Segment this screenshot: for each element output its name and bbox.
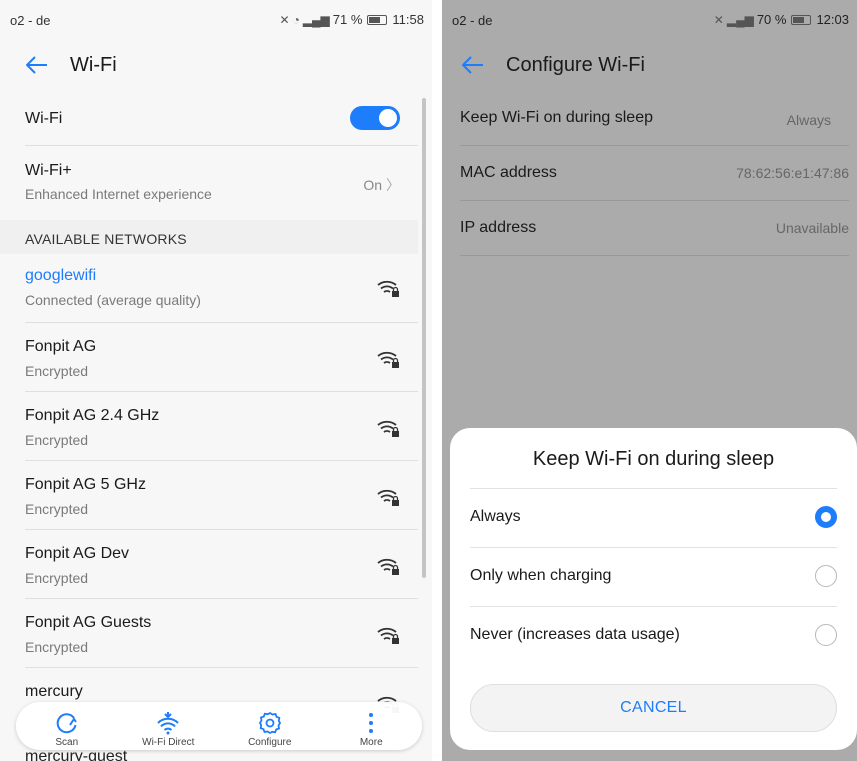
network-name: mercury	[25, 683, 83, 700]
back-arrow-icon[interactable]	[458, 50, 488, 80]
radio-selected-icon[interactable]	[815, 506, 837, 528]
battery-percent: 71 %	[332, 12, 363, 27]
wifi-plus-value: On	[363, 177, 382, 193]
wifi-plus-label: Wi-Fi+	[25, 162, 72, 179]
scrollbar[interactable]	[422, 98, 426, 578]
carrier-label: o2 - de	[10, 13, 51, 28]
network-name: Fonpit AG Guests	[25, 614, 152, 631]
wifi-toggle-switch[interactable]	[350, 106, 400, 130]
dialog-title: Keep Wi-Fi on during sleep	[532, 448, 775, 470]
scan-button[interactable]: Scan	[17, 711, 117, 748]
option-label: Never (increases data usage)	[470, 626, 680, 643]
scan-icon	[56, 713, 77, 734]
network-name: Fonpit AG Dev	[25, 545, 130, 562]
wifi-direct-label: Wi-Fi Direct	[142, 737, 195, 748]
network-status: Encrypted	[25, 432, 89, 448]
row-label: Keep Wi-Fi on during sleep	[460, 109, 653, 126]
wifi-lock-icon	[377, 420, 399, 437]
back-arrow-icon[interactable]	[22, 50, 52, 80]
network-status: Encrypted	[25, 363, 89, 379]
cell-signal-icon: ▂▄▆	[726, 12, 754, 27]
battery-icon	[367, 14, 388, 25]
row-value: 78:62:56:e1:47:86	[736, 165, 849, 181]
chevron-right-icon: 〉	[386, 177, 400, 193]
network-status: Encrypted	[25, 570, 89, 586]
wifi-lock-icon	[377, 489, 399, 506]
app-bar: Configure Wi-Fi	[442, 40, 857, 90]
cell-signal-icon: ▂▄▆	[302, 12, 330, 27]
network-item[interactable]: Fonpit AG 2.4 GHz Encrypted	[25, 392, 418, 461]
radio-unselected-icon[interactable]	[815, 565, 837, 587]
page-title: Wi-Fi	[70, 53, 117, 76]
battery-percent: 70 %	[756, 12, 787, 27]
network-status: Connected (average quality)	[25, 292, 201, 308]
more-vertical-icon	[369, 713, 374, 733]
network-name: Fonpit AG	[25, 338, 97, 355]
network-name: Fonpit AG 2.4 GHz	[25, 407, 160, 424]
wifi-status-icon: ◔	[292, 12, 300, 27]
mute-icon: ✕	[279, 12, 290, 27]
scan-label: Scan	[55, 737, 79, 748]
more-button[interactable]: More	[321, 711, 421, 748]
option-never[interactable]: Never (increases data usage)	[470, 606, 837, 666]
mute-icon: ✕	[713, 12, 724, 27]
cancel-button[interactable]: CANCEL	[470, 684, 837, 732]
clock: 11:58	[392, 12, 424, 27]
panel-divider	[432, 0, 442, 761]
wifi-plus-subtitle: Enhanced Internet experience	[25, 186, 212, 202]
network-name: googlewifi	[25, 267, 97, 284]
wifi-label: Wi-Fi	[25, 110, 63, 127]
available-networks-heading: AVAILABLE NETWORKS	[25, 231, 187, 247]
chevron-right-icon: 〉	[835, 112, 849, 128]
status-bar: o2 - de ✕ ▂▄▆ 70 % 12:03	[442, 0, 857, 40]
configure-label: Configure	[248, 737, 292, 748]
network-name: Fonpit AG 5 GHz	[25, 476, 146, 493]
radio-unselected-icon[interactable]	[815, 624, 837, 646]
wifi-settings-screen: o2 - de ✕ ◔ ▂▄▆ 71 % 11:58 Wi-Fi Wi-Fi W…	[0, 0, 432, 761]
wifi-toggle-row[interactable]: Wi-Fi	[25, 90, 418, 146]
status-bar: o2 - de ✕ ◔ ▂▄▆ 71 % 11:58	[0, 0, 432, 40]
ip-address-row: IP address Unavailable	[460, 201, 849, 256]
wifi-direct-icon	[157, 712, 179, 735]
wifi-lock-icon	[377, 351, 399, 368]
option-only-when-charging[interactable]: Only when charging	[470, 547, 837, 607]
carrier-label: o2 - de	[452, 13, 493, 28]
gear-icon	[258, 711, 281, 735]
row-label: IP address	[460, 219, 537, 236]
bottom-action-bar: Scan Wi-Fi Direct Configure More	[16, 702, 422, 750]
clock: 12:03	[816, 12, 849, 27]
row-label: MAC address	[460, 164, 557, 181]
section-header: AVAILABLE NETWORKS	[0, 220, 418, 254]
network-item[interactable]: Fonpit AG 5 GHz Encrypted	[25, 461, 418, 530]
battery-icon	[791, 14, 812, 25]
wifi-direct-button[interactable]: Wi-Fi Direct	[118, 711, 218, 748]
option-label: Only when charging	[470, 567, 612, 584]
keep-wifi-dialog: Keep Wi-Fi on during sleep Always Only w…	[450, 428, 857, 750]
network-item[interactable]: Fonpit AG Guests Encrypted	[25, 599, 418, 668]
row-value: Unavailable	[775, 220, 849, 236]
more-label: More	[359, 737, 383, 748]
network-item[interactable]: Fonpit AG Dev Encrypted	[25, 530, 418, 599]
row-value: Always	[786, 112, 831, 128]
network-item[interactable]: Fonpit AG Encrypted	[25, 323, 418, 392]
option-label: Always	[470, 508, 521, 525]
wifi-lock-icon	[377, 627, 399, 644]
configure-button[interactable]: Configure	[220, 711, 320, 748]
app-bar: Wi-Fi	[0, 40, 432, 90]
wifi-lock-icon	[377, 280, 399, 297]
configure-wifi-screen: o2 - de ✕ ▂▄▆ 70 % 12:03 Configure Wi-Fi…	[442, 0, 857, 761]
network-status: Encrypted	[25, 639, 89, 655]
network-status: Encrypted	[25, 501, 89, 517]
network-item[interactable]: googlewifi Connected (average quality)	[25, 254, 418, 323]
wifi-plus-row[interactable]: Wi-Fi+ Enhanced Internet experience On 〉	[25, 146, 418, 220]
keep-wifi-on-row[interactable]: Keep Wi-Fi on during sleep Always 〉	[460, 91, 849, 146]
wifi-lock-icon	[377, 558, 399, 575]
option-always[interactable]: Always	[470, 488, 837, 548]
page-title: Configure Wi-Fi	[506, 53, 645, 76]
mac-address-row: MAC address 78:62:56:e1:47:86	[460, 146, 849, 201]
